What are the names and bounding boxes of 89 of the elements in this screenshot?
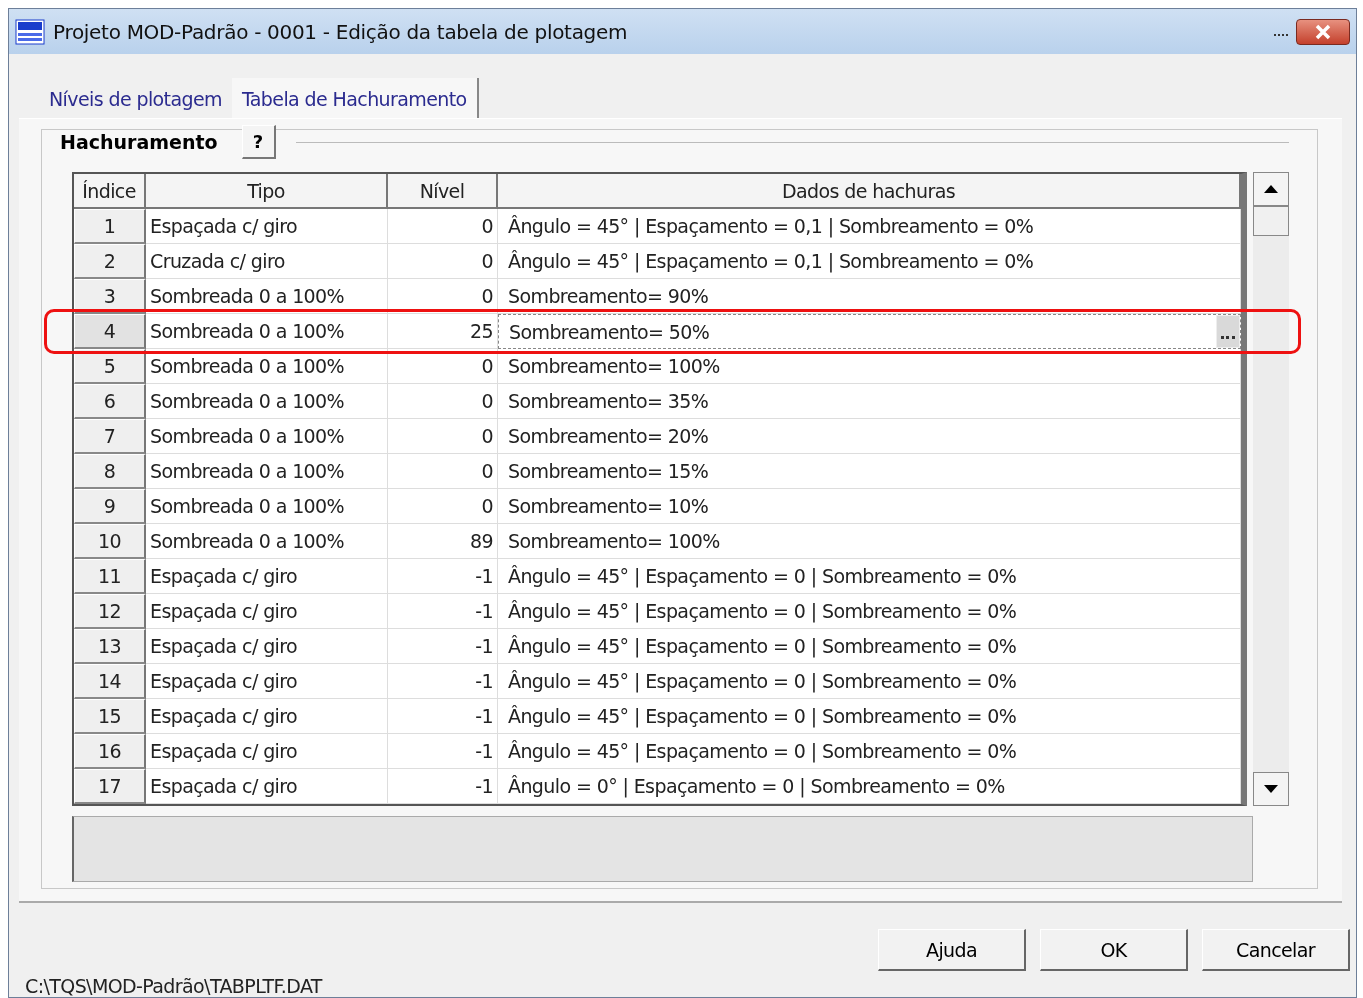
- dialog-button[interactable]: Cancelar: [1202, 929, 1350, 971]
- up-arrow-icon: [1264, 185, 1278, 193]
- table-cell: Espaçada c/ giro: [146, 769, 388, 804]
- table-cell: Ângulo = 45° | Espaçamento = 0,1 | Sombreamento = 0%: [498, 209, 1241, 244]
- table-cell: Espaçada c/ giro: [146, 559, 388, 594]
- row-header[interactable]: 11: [74, 559, 146, 594]
- row-header[interactable]: 13: [74, 629, 146, 664]
- table-cell: -1: [388, 734, 498, 769]
- row-header[interactable]: 8: [74, 454, 146, 489]
- close-button[interactable]: [1296, 18, 1350, 45]
- table-cell: Espaçada c/ giro: [146, 629, 388, 664]
- dialog-button[interactable]: OK: [1040, 929, 1188, 971]
- table-cell: 89: [388, 524, 498, 559]
- table-cell: Sombreada 0 a 100%: [146, 489, 388, 524]
- table-cell: 0: [388, 384, 498, 419]
- table-cell: 25: [388, 314, 498, 349]
- app-icon: [15, 18, 45, 45]
- window-title: Projeto MOD-Padrão - 0001 - Edição da tabela de plotagem: [53, 19, 629, 44]
- table-cell: Sombreamento= 100%: [498, 349, 1241, 384]
- table-cell: Ângulo = 45° | Espaçamento = 0 | Sombreamento = 0%: [498, 664, 1241, 699]
- table-cell: -1: [388, 559, 498, 594]
- scrollbar[interactable]: [1253, 172, 1289, 806]
- down-arrow-icon: [1264, 785, 1278, 793]
- close-icon: [1313, 23, 1333, 40]
- table-cell: 0: [388, 209, 498, 244]
- table-cell: Sombreamento= 10%: [498, 489, 1241, 524]
- file-path: C:\TQS\MOD-Padrão\TABPLTF.DAT: [25, 975, 322, 997]
- table-cell: -1: [388, 629, 498, 664]
- scroll-thumb[interactable]: [1253, 206, 1289, 236]
- row-header[interactable]: 2: [74, 244, 146, 279]
- row-header[interactable]: 9: [74, 489, 146, 524]
- row-header[interactable]: 6: [74, 384, 146, 419]
- row-header[interactable]: 15: [74, 699, 146, 734]
- table-cell: Sombreada 0 a 100%: [146, 524, 388, 559]
- table-cell: Ângulo = 45° | Espaçamento = 0 | Sombreamento = 0%: [498, 629, 1241, 664]
- table-cell: Ângulo = 45° | Espaçamento = 0 | Sombreamento = 0%: [498, 699, 1241, 734]
- table-cell: Sombreada 0 a 100%: [146, 419, 388, 454]
- table-cell: -1: [388, 594, 498, 629]
- row-header[interactable]: 7: [74, 419, 146, 454]
- table-cell: Sombreamento= 90%: [498, 279, 1241, 314]
- column-header[interactable]: Dados de hachuras: [498, 174, 1241, 209]
- table-cell: -1: [388, 664, 498, 699]
- row-header[interactable]: 16: [74, 734, 146, 769]
- scroll-up-button[interactable]: [1253, 172, 1289, 206]
- table-cell: Sombreamento= 15%: [498, 454, 1241, 489]
- help-button[interactable]: ?: [241, 125, 276, 159]
- table-cell: Sombreada 0 a 100%: [146, 454, 388, 489]
- table-cell: Espaçada c/ giro: [146, 734, 388, 769]
- table-cell: Ângulo = 45° | Espaçamento = 0,1 | Sombreamento = 0%: [498, 244, 1241, 279]
- table-cell: Sombreamento= 35%: [498, 384, 1241, 419]
- column-header[interactable]: Tipo: [146, 174, 388, 209]
- row-header[interactable]: 14: [74, 664, 146, 699]
- minimize-icon[interactable]: [1274, 34, 1288, 39]
- table-cell: Espaçada c/ giro: [146, 699, 388, 734]
- table-cell: Sombreada 0 a 100%: [146, 314, 388, 349]
- table-cell: Ângulo = 45° | Espaçamento = 0 | Sombreamento = 0%: [498, 559, 1241, 594]
- row-header[interactable]: 12: [74, 594, 146, 629]
- table-cell: 0: [388, 279, 498, 314]
- row-header[interactable]: 10: [74, 524, 146, 559]
- table-cell: Espaçada c/ giro: [146, 209, 388, 244]
- table-cell: Sombreada 0 a 100%: [146, 384, 388, 419]
- scroll-down-button[interactable]: [1253, 772, 1289, 806]
- table-cell: 0: [388, 489, 498, 524]
- tab[interactable]: Tabela de Hachuramento: [231, 78, 479, 118]
- table-cell: 0: [388, 454, 498, 489]
- table-cell: Ângulo = 45° | Espaçamento = 0 | Sombreamento = 0%: [498, 594, 1241, 629]
- table-cell: Sombreamento= 100%: [498, 524, 1241, 559]
- table-cell: Cruzada c/ giro: [146, 244, 388, 279]
- ellipsis-button[interactable]: [1216, 315, 1240, 348]
- row-header[interactable]: 4: [74, 314, 146, 349]
- table-cell: -1: [388, 699, 498, 734]
- table-cell: -1: [388, 769, 498, 804]
- column-header[interactable]: Nível: [388, 174, 498, 209]
- table-cell: Sombreamento= 20%: [498, 419, 1241, 454]
- table-cell: Sombreada 0 a 100%: [146, 349, 388, 384]
- table-cell: 0: [388, 419, 498, 454]
- table-cell: 0: [388, 244, 498, 279]
- column-header[interactable]: Índice: [74, 174, 146, 209]
- table-cell: Ângulo = 0° | Espaçamento = 0 | Sombreamento = 0%: [498, 769, 1241, 804]
- table-cell: Sombreada 0 a 100%: [146, 279, 388, 314]
- cell-text: Sombreamento= 50%: [509, 320, 710, 343]
- dialog-button[interactable]: Ajuda: [878, 929, 1026, 971]
- row-header[interactable]: 17: [74, 769, 146, 804]
- table-cell: Espaçada c/ giro: [146, 594, 388, 629]
- table-cell[interactable]: Sombreamento= 50%: [498, 314, 1241, 349]
- table-cell: Ângulo = 45° | Espaçamento = 0 | Sombreamento = 0%: [498, 734, 1241, 769]
- table-cell: 0: [388, 349, 498, 384]
- row-header[interactable]: 1: [74, 209, 146, 244]
- table-cell: Espaçada c/ giro: [146, 664, 388, 699]
